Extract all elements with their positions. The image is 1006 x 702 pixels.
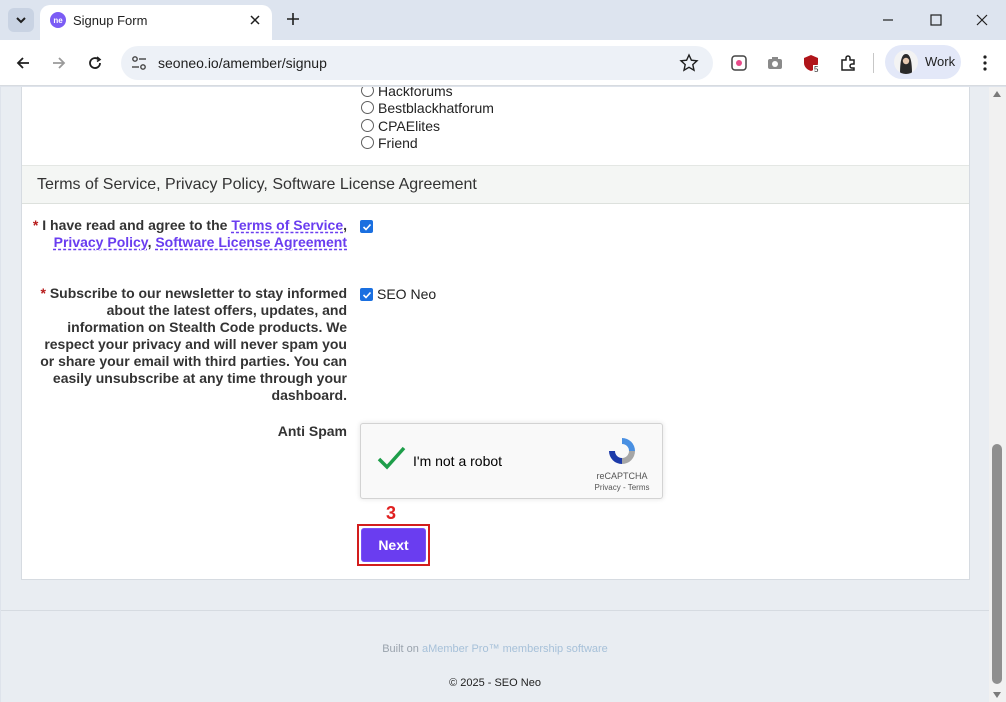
scrollbar-thumb[interactable] [992, 444, 1002, 684]
tab-title: Signup Form [73, 13, 148, 28]
radio-option-cpaelites[interactable]: CPAElites [361, 117, 440, 134]
radio-label: CPAElites [378, 117, 440, 134]
footer-built-on: Built on aMember Pro™ membership softwar… [1, 643, 989, 655]
address-bar[interactable]: seoneo.io/amember/signup [121, 46, 713, 80]
favicon-icon: ne [50, 12, 66, 28]
reload-button[interactable] [82, 50, 108, 76]
footer-built-prefix: Built on [382, 643, 422, 655]
radio-button[interactable] [361, 136, 374, 149]
recaptcha-logo-icon [609, 438, 635, 464]
browser-tab[interactable]: ne Signup Form [40, 5, 272, 40]
camera-extension-button[interactable] [763, 51, 787, 75]
extension-badge: 5 [813, 65, 820, 74]
newsletter-checkbox[interactable] [360, 288, 373, 301]
agree-text: I have read and agree to the [38, 217, 232, 233]
newsletter-label: * Subscribe to our newsletter to stay in… [35, 285, 347, 404]
browser-toolbar: seoneo.io/amember/signup 5 Work [0, 40, 1006, 86]
toolbar-divider [873, 53, 874, 73]
minimize-button[interactable] [876, 8, 900, 32]
radio-option-friend[interactable]: Friend [361, 134, 418, 151]
recaptcha-widget[interactable]: I'm not a robot reCAPTCHA Privacy - Term… [360, 423, 663, 499]
separator: , [343, 217, 347, 233]
radio-option-hackforums[interactable]: Hackforums [361, 87, 453, 99]
tab-close-button[interactable] [246, 11, 264, 29]
reload-icon [89, 56, 102, 69]
puzzle-icon [841, 55, 855, 71]
browser-menu-button[interactable] [972, 50, 998, 76]
recaptcha-label: I'm not a robot [413, 453, 503, 469]
forward-button[interactable] [46, 50, 72, 76]
footer-copyright: © 2025 - SEO Neo [449, 677, 541, 689]
privacy-policy-link[interactable]: Privacy Policy [54, 234, 148, 250]
extensions-button[interactable] [836, 51, 860, 75]
page-viewport: Hackforums Bestblackhatforum CPAElites F… [1, 87, 989, 702]
camera-icon [768, 57, 782, 69]
kebab-menu-icon [983, 55, 987, 71]
close-window-button[interactable] [970, 8, 994, 32]
close-icon [976, 14, 988, 26]
radio-button[interactable] [361, 119, 374, 132]
terms-of-service-link[interactable]: Terms of Service [231, 217, 343, 233]
radio-button[interactable] [361, 101, 374, 114]
scroll-up-icon[interactable] [993, 91, 1001, 97]
bookmark-star-icon[interactable] [679, 53, 699, 73]
chevron-down-icon [16, 17, 26, 24]
radio-label: Bestblackhatforum [378, 99, 494, 116]
arrow-right-icon [53, 57, 66, 69]
scroll-down-icon[interactable] [993, 692, 1001, 698]
profile-button[interactable]: Work [885, 45, 961, 79]
close-icon [250, 15, 260, 25]
agree-terms-label: * I have read and agree to the Terms of … [27, 217, 347, 251]
newsletter-option-label[interactable]: SEO Neo [377, 286, 436, 302]
software-license-link[interactable]: Software License Agreement [155, 234, 347, 250]
url-text[interactable]: seoneo.io/amember/signup [158, 55, 327, 71]
tab-strip: ne Signup Form [0, 0, 1006, 40]
agree-terms-checkbox[interactable] [360, 220, 373, 233]
maximize-icon [930, 14, 942, 26]
minimize-icon [883, 19, 893, 21]
radio-label: Friend [378, 134, 418, 151]
signup-form-card: Hackforums Bestblackhatforum CPAElites F… [21, 87, 970, 580]
anti-spam-label: Anti Spam [277, 423, 347, 439]
checkmark-icon [362, 223, 371, 231]
tab-search-button[interactable] [8, 8, 34, 32]
section-header: Terms of Service, Privacy Policy, Softwa… [22, 165, 969, 204]
newsletter-text: Subscribe to our newsletter to stay info… [40, 285, 347, 403]
radio-option-bestblackhatforum[interactable]: Bestblackhatforum [361, 99, 494, 116]
lens-extension-button[interactable] [727, 51, 751, 75]
arrow-left-icon [16, 57, 29, 69]
step-annotation: 3 [386, 503, 397, 523]
section-title: Terms of Service, Privacy Policy, Softwa… [37, 176, 477, 193]
profile-label: Work [925, 54, 956, 69]
shield-extension-button[interactable]: 5 [799, 51, 823, 75]
maximize-button[interactable] [924, 8, 948, 32]
back-button[interactable] [10, 50, 36, 76]
recaptcha-links[interactable]: Privacy - Terms [587, 483, 657, 492]
lens-icon [731, 55, 747, 71]
next-button[interactable]: Next [361, 528, 426, 562]
scrollbar[interactable] [989, 87, 1006, 702]
checkmark-icon [362, 291, 371, 299]
recaptcha-brand: reCAPTCHA [596, 471, 648, 481]
radio-button[interactable] [361, 87, 374, 97]
checkmark-icon[interactable] [375, 442, 407, 474]
amember-link[interactable]: aMember Pro™ membership software [422, 643, 608, 655]
page-footer: Built on aMember Pro™ membership softwar… [1, 610, 989, 702]
radio-label: Hackforums [378, 87, 453, 99]
avatar [894, 50, 918, 74]
plus-icon [287, 13, 299, 25]
site-settings-icon[interactable] [130, 54, 148, 72]
new-tab-button[interactable] [282, 8, 304, 30]
avatar-icon [900, 54, 912, 74]
